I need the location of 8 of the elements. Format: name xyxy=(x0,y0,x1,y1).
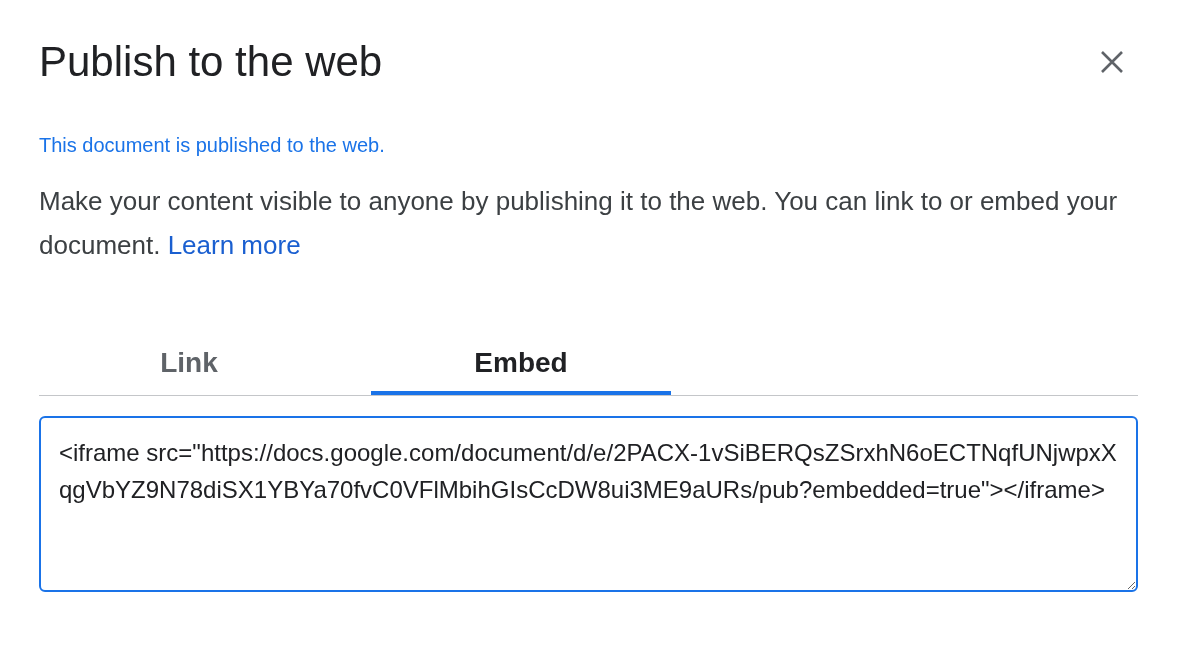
published-status: This document is published to the web. xyxy=(39,134,386,157)
tab[interactable]: Link xyxy=(39,337,339,395)
description-text: Make your content visible to anyone by publishing it to the web. You can link to or embed your document. Learn more xyxy=(39,185,1119,262)
dialog-title: Publish to the web xyxy=(39,38,383,86)
close-icon xyxy=(1100,50,1124,74)
embed-code-field[interactable]: <iframe src="https://docs.google.com/document/d/e/2PACX-1vSiBERQsZSrxhN6oECTNqfUNjwpxXqgVbYZ9N78diSX1YBYa70fvC0VFlMbihGIsCcDW8ui3ME9aURs/pub?embedded=true"></iframe> xyxy=(39,416,1138,592)
learn-more-link[interactable]: Learn more xyxy=(167,230,301,260)
tab[interactable]: Embed xyxy=(371,337,671,395)
